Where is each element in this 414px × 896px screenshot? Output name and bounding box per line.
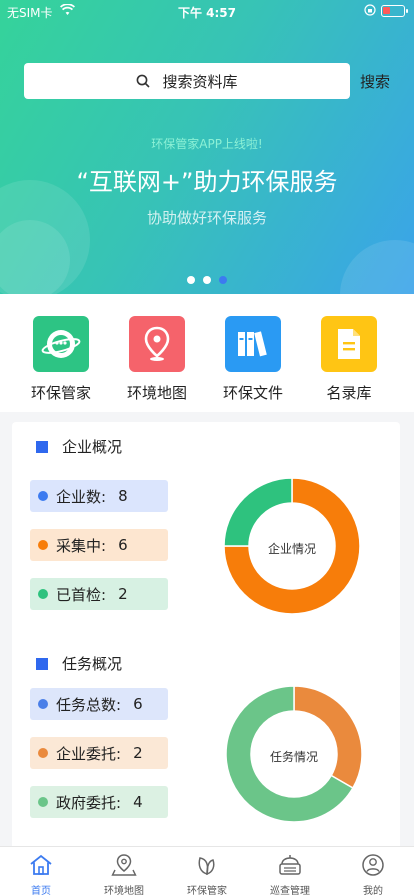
quick-action-label: 环保管家	[30, 384, 91, 402]
stat-enterprise-commissioned: 企业委托: 2	[30, 737, 168, 769]
quick-action-icon-bg	[321, 316, 377, 372]
quick-action-label: 环境地图	[126, 384, 187, 402]
clock: 下午 4:57	[177, 6, 237, 20]
stat-government-commissioned: 政府委托: 4	[30, 786, 168, 818]
stat-label: 已首检:	[56, 585, 107, 604]
donut-slice[interactable]	[224, 478, 293, 547]
quick-action-manager[interactable]: 环保管家	[13, 316, 109, 403]
stat-bullet	[38, 589, 48, 599]
task-chart-label: 任务情况	[269, 750, 318, 764]
tab-patrol-management[interactable]: 巡查管理	[249, 853, 331, 896]
tab-profile[interactable]: 我的	[332, 853, 414, 896]
tab-label: 巡查管理	[270, 886, 310, 896]
stat-collecting: 采集中: 6	[30, 529, 168, 561]
patrol-icon	[279, 855, 301, 875]
home-icon	[30, 854, 52, 875]
overview-card: 企业概况 企业数: 8 采集中: 6 已首检: 2 企业情况 任务概况 任务总数…	[12, 422, 400, 852]
stat-value: 2	[118, 585, 128, 603]
tab-label: 环保管家	[187, 886, 227, 896]
books-icon	[238, 331, 267, 357]
stat-value: 2	[133, 744, 143, 762]
search-button[interactable]: 搜索	[360, 71, 390, 92]
tab-label: 环境地图	[104, 886, 144, 896]
rotation-lock-icon	[364, 4, 376, 16]
battery-icon	[381, 5, 408, 17]
map-pin-icon	[144, 326, 170, 361]
donut-slice[interactable]	[293, 686, 362, 790]
tab-home[interactable]: 首页	[0, 853, 82, 896]
planet-chat-icon	[41, 330, 81, 358]
stat-value: 8	[118, 487, 128, 505]
stat-label: 采集中:	[56, 536, 107, 555]
stat-label: 政府委托:	[56, 793, 122, 812]
tab-label: 我的	[363, 886, 383, 896]
stat-first-inspected: 已首检: 2	[30, 578, 168, 610]
stat-bullet	[38, 699, 48, 709]
task-section-title: 任务概况	[36, 653, 122, 674]
quick-action-map[interactable]: 环境地图	[109, 316, 205, 403]
user-icon	[362, 854, 384, 876]
stat-label: 企业委托:	[56, 744, 122, 763]
banner-announcement: 环保管家APP上线啦!	[151, 137, 263, 151]
decor-bubble	[340, 240, 414, 294]
status-bar: 无SIM卡 下午 4:57	[0, 0, 414, 22]
enterprise-section-title: 企业概况	[36, 436, 122, 457]
search-input[interactable]: 搜索资料库	[24, 63, 350, 99]
tab-eco-manager[interactable]: 环保管家	[166, 853, 248, 896]
quick-action-label: 名录库	[326, 384, 372, 402]
section-title-text: 任务概况	[62, 655, 123, 673]
stat-value: 6	[133, 695, 143, 713]
quick-action-icon-bg	[33, 316, 89, 372]
quick-action-files[interactable]: 环保文件	[205, 316, 301, 403]
quick-action-icon-bg	[225, 316, 281, 372]
stat-label: 企业数:	[56, 487, 107, 506]
leaf-icon	[198, 857, 215, 876]
stat-task-total: 任务总数: 6	[30, 688, 168, 720]
stat-label: 任务总数:	[56, 695, 122, 714]
quick-action-directory[interactable]: 名录库	[301, 316, 397, 403]
stat-value: 6	[118, 536, 128, 554]
section-marker	[36, 440, 48, 453]
hero-banner[interactable]: 无SIM卡 下午 4:57 搜索资料库 搜索 环保管家APP上线啦! “互联网+…	[0, 0, 414, 294]
banner-slogan: “互联网+”助力环保服务	[76, 168, 338, 196]
carousel-dot[interactable]	[219, 276, 227, 284]
section-title-text: 企业概况	[62, 438, 123, 456]
quick-action-icon-bg	[129, 316, 185, 372]
banner-sub-slogan: 协助做好环保服务	[146, 209, 267, 227]
document-icon	[338, 329, 360, 359]
carousel-dot[interactable]	[203, 276, 211, 284]
carousel-indicator[interactable]	[0, 276, 414, 284]
map-pin-icon	[111, 854, 137, 876]
stat-enterprise-count: 企业数: 8	[30, 480, 168, 512]
stat-bullet	[38, 797, 48, 807]
tab-label: 首页	[31, 886, 51, 896]
carousel-dot[interactable]	[187, 276, 195, 284]
enterprise-chart-label: 企业情况	[267, 542, 316, 556]
stat-bullet	[38, 748, 48, 758]
tab-environment-map[interactable]: 环境地图	[83, 853, 165, 896]
search-icon	[137, 74, 151, 88]
section-marker	[36, 657, 48, 670]
quick-actions: 环保管家 环境地图 环保文件 名录库	[0, 294, 414, 412]
stat-value: 4	[133, 793, 143, 811]
stat-bullet	[38, 540, 48, 550]
bottom-tab-bar: 首页 环境地图 环保管家 巡查管理 我的	[0, 846, 414, 896]
stat-bullet	[38, 491, 48, 501]
search-placeholder: 搜索资料库	[162, 72, 238, 91]
quick-action-label: 环保文件	[222, 384, 283, 402]
